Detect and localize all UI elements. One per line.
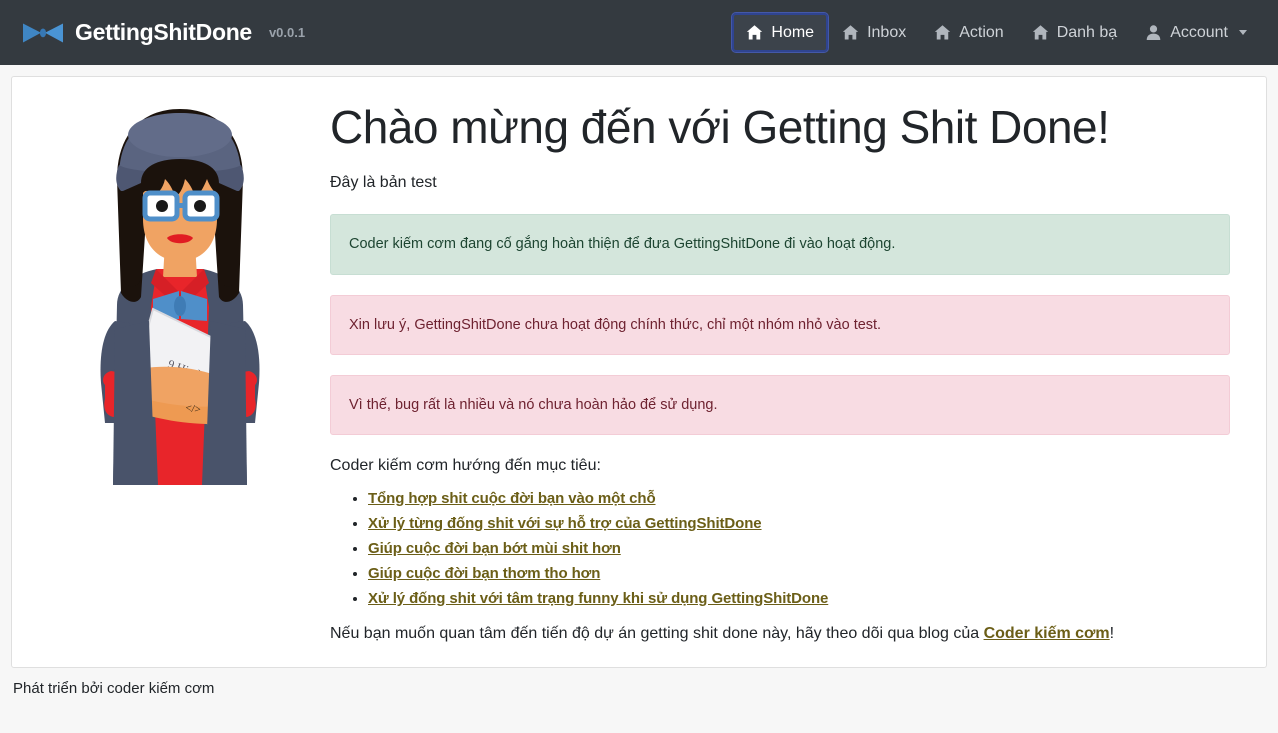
goal-link-4[interactable]: Giúp cuộc đời bạn thơm tho hơn <box>368 565 600 582</box>
welcome-jumbotron: 9 Hjud </> Chào mừng đến với Getting Shi… <box>11 76 1267 668</box>
chevron-down-icon <box>1239 30 1247 35</box>
goal-link-5[interactable]: Xử lý đống shit với tâm trạng funny khi … <box>368 590 828 607</box>
outro-paragraph: Nếu bạn muốn quan tâm đến tiến độ dự án … <box>330 623 1230 645</box>
blog-link[interactable]: Coder kiếm cơm <box>984 625 1110 642</box>
outro-text-after: ! <box>1109 624 1115 642</box>
list-item: Giúp cuộc đời bạn bớt mùi shit hơn <box>368 540 1230 557</box>
nav-label-danh-ba: Danh bạ <box>1056 23 1118 41</box>
list-item: Giúp cuộc đời bạn thơm tho hơn <box>368 565 1230 582</box>
nav-link-home[interactable]: Home <box>731 11 830 54</box>
page-wrapper: 9 Hjud </> Chào mừng đến với Getting Shi… <box>0 65 1278 668</box>
bowtie-icon <box>23 23 63 42</box>
nav-link-danh-ba[interactable]: Danh bạ <box>1018 13 1132 52</box>
list-item: Xử lý đống shit với tâm trạng funny khi … <box>368 590 1230 607</box>
page-lead: Đây là bản test <box>330 173 437 191</box>
alert-danger-1: Xin lưu ý, GettingShitDone chưa hoạt độn… <box>330 294 1230 355</box>
home-icon <box>842 25 859 40</box>
brand-logo-link[interactable]: GettingShitDone v0.0.1 <box>22 20 305 46</box>
alert-success: Coder kiếm cơm đang cố gắng hoàn thiện đ… <box>330 214 1230 275</box>
woman-with-beanie-glasses-illustration: 9 Hjud </> <box>100 109 260 485</box>
nav-item-danh-ba: Danh bạ <box>1018 13 1132 52</box>
goals-list: Tổng hợp shit cuộc đời bạn vào một chỗ X… <box>330 490 1230 607</box>
brand-version: v0.0.1 <box>268 25 306 40</box>
nav-label-home: Home <box>771 23 815 41</box>
nav-item-home: Home <box>731 11 830 54</box>
nav-items: Home Inbox Action Danh bạ Account <box>731 11 1261 54</box>
brand-name: GettingShitDone <box>75 19 252 45</box>
nav-link-account[interactable]: Account <box>1131 13 1261 52</box>
list-item: Xử lý từng đống shit với sự hỗ trợ của G… <box>368 515 1230 532</box>
nav-item-account: Account <box>1131 13 1261 52</box>
nav-label-account: Account <box>1170 23 1228 41</box>
nav-item-inbox: Inbox <box>828 13 920 52</box>
home-icon <box>747 25 763 40</box>
content-column: Chào mừng đến với Getting Shit Done! Đây… <box>330 91 1248 667</box>
nav-label-inbox: Inbox <box>867 23 907 41</box>
goal-link-3[interactable]: Giúp cuộc đời bạn bớt mùi shit hơn <box>368 540 621 557</box>
alert-danger-2: Vì thế, bug rất là nhiều và nó chưa hoàn… <box>330 374 1230 436</box>
svg-text:</>: </> <box>185 402 202 416</box>
nav-label-action: Action <box>959 23 1004 41</box>
illustration-column: 9 Hjud </> <box>30 91 330 667</box>
home-icon <box>1032 25 1048 40</box>
person-icon <box>1146 25 1161 40</box>
nav-item-action: Action <box>920 13 1017 52</box>
footer-text: Phát triển bởi coder kiếm cơm <box>13 680 215 697</box>
goal-link-1[interactable]: Tổng hợp shit cuộc đời bạn vào một chỗ <box>368 490 656 507</box>
home-icon <box>935 25 951 40</box>
top-navbar: GettingShitDone v0.0.1 Home Inbox Action… <box>0 0 1278 65</box>
goal-link-2[interactable]: Xử lý từng đống shit với sự hỗ trợ của G… <box>368 515 762 532</box>
footer: Phát triển bởi coder kiếm cơm <box>0 668 1278 697</box>
goals-intro: Coder kiếm cơm hướng đến mục tiêu: <box>330 457 601 475</box>
outro-text-before: Nếu bạn muốn quan tâm đến tiến độ dự án … <box>330 624 984 642</box>
page-title: Chào mừng đến với Getting Shit Done! <box>330 101 1110 153</box>
nav-link-action[interactable]: Action <box>920 13 1017 52</box>
list-item: Tổng hợp shit cuộc đời bạn vào một chỗ <box>368 490 1230 507</box>
nav-link-inbox[interactable]: Inbox <box>828 13 920 52</box>
